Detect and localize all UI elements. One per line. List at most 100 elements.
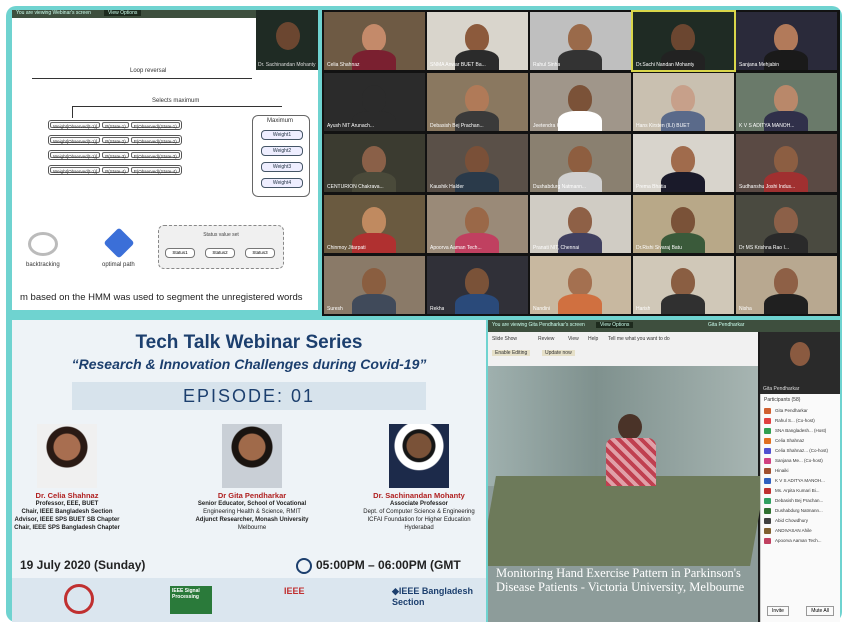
- exercise-video[interactable]: Monitoring Hand Exercise Pattern in Park…: [488, 366, 766, 622]
- ribbon-tab[interactable]: Review: [538, 336, 554, 342]
- participant-list-item[interactable]: Rahul S... (Co-host): [761, 416, 840, 426]
- ribbon-tab[interactable]: View: [568, 336, 579, 342]
- view-options-button[interactable]: View Options: [104, 10, 142, 16]
- participant-list-name: Gita Pendharkar: [775, 408, 808, 413]
- ribbon-tab[interactable]: Slide Show: [492, 336, 517, 342]
- participant-video-tile[interactable]: Dr MS Krishna Rao I...: [736, 195, 837, 253]
- backtracking-icon: [28, 232, 58, 256]
- participant-face: [671, 207, 695, 235]
- participant-name: Sudhanshu Joshi Indus...: [739, 184, 796, 190]
- participant-face: [465, 24, 489, 52]
- self-face: [790, 342, 810, 366]
- row-cell: P(Observed)(State-3): [130, 152, 180, 159]
- patient-shirt: [606, 438, 656, 486]
- host-label: Gita Pendharkar: [708, 322, 745, 328]
- participant-list-item[interactable]: Celia Shahnaz: [761, 436, 840, 446]
- participant-list-item[interactable]: Ms. Arpita Kumari Bi...: [761, 486, 840, 496]
- participant-video-tile[interactable]: Sanjana Mehjabin: [736, 12, 837, 70]
- participant-video-tile[interactable]: Sudhanshu Joshi Indus...: [736, 134, 837, 192]
- participant-face: [568, 85, 592, 113]
- participant-video-tile[interactable]: Debasish Bej Prachan...: [427, 73, 528, 131]
- tell-me-search[interactable]: Tell me what you want to do: [608, 336, 670, 342]
- participant-name: Pranati NIT, Chennai: [533, 245, 580, 251]
- participant-video-tile[interactable]: Nisha: [736, 256, 837, 314]
- invite-button[interactable]: Invite: [767, 606, 789, 616]
- participant-video-tile[interactable]: Chinmoy Jitarpati: [324, 195, 425, 253]
- maximum-label: Maximum: [267, 118, 294, 124]
- row-cell: P(State-4): [102, 167, 129, 174]
- participant-face: [465, 207, 489, 235]
- viewing-label: You are viewing Gita Pendharkar's screen: [492, 322, 585, 328]
- participant-video-tile[interactable]: Celia Shahnaz: [324, 12, 425, 70]
- participant-video-tile[interactable]: Apoorva Aaman Tech...: [427, 195, 528, 253]
- participant-video-tile[interactable]: Dr.Sachi Nandan Mohanty: [631, 10, 736, 72]
- participant-name: Celia Shahnaz: [327, 62, 360, 68]
- mute-all-button[interactable]: Mute All: [806, 606, 834, 616]
- participant-video-tile[interactable]: CENTURION Chakrava...: [324, 134, 425, 192]
- participant-name: CENTURION Chakrava...: [327, 184, 384, 190]
- avatar-icon: [764, 468, 771, 474]
- participant-list-item[interactable]: Abid Chowdhury: [761, 516, 840, 526]
- participant-body: [558, 294, 602, 314]
- participants-list: Gita Pendharkar Rahul S... (Co-host) SNA B…: [761, 406, 840, 546]
- avatar-icon: [764, 458, 771, 464]
- participant-video-tile[interactable]: Dr.Rishi Sivaraj Batu: [633, 195, 734, 253]
- participant-video-tile[interactable]: Suresh: [324, 256, 425, 314]
- participant-video-tile[interactable]: Harish: [633, 256, 734, 314]
- enable-editing-button[interactable]: Enable Editing: [492, 350, 531, 356]
- backtracking-label: backtracking: [26, 262, 60, 268]
- row-cell: Weight[Observed(t-1)]: [50, 122, 101, 129]
- participant-face: [362, 24, 386, 52]
- participant-list-item[interactable]: Celia Shahnaz... (Co-host): [761, 446, 840, 456]
- participant-name: Prema Bhatia: [636, 184, 667, 190]
- participant-list-item[interactable]: SNA Bangladesh... (Host): [761, 426, 840, 436]
- participant-video-tile[interactable]: Kaushik Halder: [427, 134, 528, 192]
- participant-list-item[interactable]: ANDIVASAN Ahile: [761, 526, 840, 536]
- speaker-photo: [389, 424, 449, 488]
- participant-name: Jeetendra Kumar Bhitgya...: [533, 123, 594, 129]
- participants-footer: Invite Mute All: [761, 606, 840, 618]
- flow-line: [72, 106, 282, 107]
- presenter-video[interactable]: Dr. Sachinandan Mohanty: [256, 10, 318, 70]
- participant-name: Rekha: [430, 306, 445, 312]
- participant-list-name: SNA Bangladesh... (Host): [775, 428, 827, 433]
- row-cell: P(Observed)(State-1): [130, 122, 180, 129]
- participant-list-item[interactable]: K V S ADITYA MANOH...: [761, 476, 840, 486]
- avatar-icon: [764, 508, 771, 514]
- participant-list-item[interactable]: Hinaiki: [761, 466, 840, 476]
- participant-video-tile[interactable]: Pranati NIT, Chennai: [530, 195, 631, 253]
- participant-list-name: Hinaiki: [775, 468, 789, 473]
- avatar-icon: [764, 418, 771, 424]
- participant-list-item[interactable]: Apoorva Aaman Tech...: [761, 536, 840, 546]
- update-now-button[interactable]: Update now: [542, 350, 575, 356]
- participant-list-item[interactable]: Sanjana Me... (Co-host): [761, 456, 840, 466]
- participant-body: [764, 294, 808, 314]
- participant-video-tile[interactable]: SNMA Anwar BUET Ba...: [427, 12, 528, 70]
- speaker-line: Chair, IEEE SPS Bangladesh Chapter: [14, 525, 120, 531]
- participant-video-tile[interactable]: Dushabdurg Natmann...: [530, 134, 631, 192]
- participant-video-tile[interactable]: Rahul Sinha: [530, 12, 631, 70]
- view-options-button[interactable]: View Options: [596, 322, 634, 328]
- ieee-bangladesh-logo: ◆IEEE Bangladesh Section: [392, 586, 473, 607]
- participant-list-item[interactable]: Debasish Bej Prachan...: [761, 496, 840, 506]
- speaker-line: Adjunct Researcher, Monash University: [195, 517, 309, 523]
- participant-video-tile[interactable]: Prema Bhatia: [633, 134, 734, 192]
- participant-face: [362, 85, 386, 113]
- participant-video-tile[interactable]: Nandini: [530, 256, 631, 314]
- self-video[interactable]: Gita Pendharkar: [760, 332, 840, 394]
- participant-name: Dr.Sachi Nandan Mohanty: [636, 62, 695, 68]
- participant-video-tile[interactable]: Rekha: [427, 256, 528, 314]
- participant-name: Dr MS Krishna Rao I...: [739, 245, 790, 251]
- participant-list-item[interactable]: Gita Pendharkar: [761, 406, 840, 416]
- participant-list-item[interactable]: Dushabdurg Natmann...: [761, 506, 840, 516]
- weight-row: Weight[Observed(t-1)] P(State-2) P(Obser…: [48, 135, 182, 145]
- speaker-name: Dr. Celia Shahnaz: [35, 491, 99, 500]
- participant-video-tile[interactable]: Hans Kirsten (ILI) BUET: [633, 73, 734, 131]
- participant-video-tile[interactable]: Ayush NIT Arunach...: [324, 73, 425, 131]
- speaker-name: Dr Gita Pendharkar: [217, 491, 287, 500]
- participant-video-tile[interactable]: K V S ADITYA MANOH...: [736, 73, 837, 131]
- row-cell: Weight[Observed(t-1)]: [50, 137, 101, 144]
- clock-icon: [296, 558, 312, 574]
- ribbon-tab[interactable]: Help: [588, 336, 598, 342]
- participant-video-tile[interactable]: Jeetendra Kumar Bhitgya...: [530, 73, 631, 131]
